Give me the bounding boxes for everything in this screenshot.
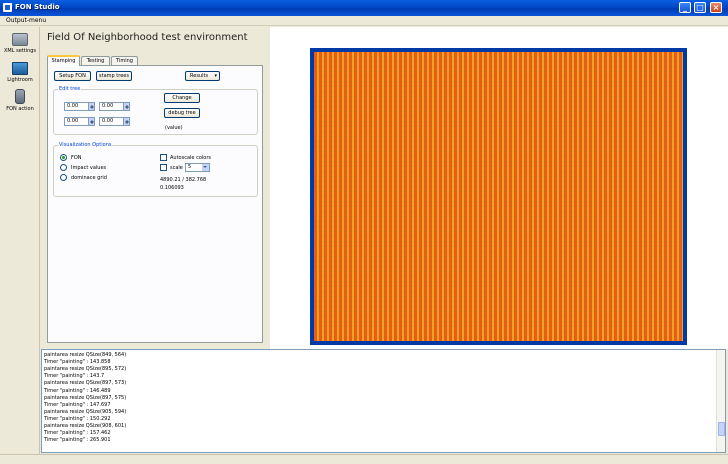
toolbar-xml-settings-label: XML settings <box>3 48 37 54</box>
log-line: paintarea resize QSize(895, 572) <box>44 366 127 373</box>
spin-arrows-icon[interactable] <box>123 103 129 110</box>
log-line: paintarea resize QSize(897, 573) <box>44 380 127 387</box>
debug-tree-button[interactable]: debug tree <box>164 108 200 118</box>
results-menu-button[interactable]: Results ▾ <box>185 71 220 81</box>
radio-fon-label: FON <box>71 155 82 161</box>
tab-testing[interactable]: Testing <box>81 56 110 65</box>
toolbar-fon-action-label: FON action <box>6 106 34 112</box>
log-line: paintarea resize QSize(849, 564) <box>44 352 127 358</box>
edit-tree-spin-4[interactable]: 0.00 <box>99 117 130 126</box>
fon-paint-area[interactable] <box>310 48 687 345</box>
setup-fon-button[interactable]: Setup FON <box>54 71 91 81</box>
close-button[interactable]: × <box>710 2 722 13</box>
stamping-panel: Setup FON stamp trees Results ▾ Edit tre… <box>47 65 263 343</box>
scale-checkbox[interactable] <box>160 164 167 171</box>
toolbar-xml-settings[interactable]: XML settings <box>0 33 40 54</box>
window-titlebar: FON Studio _ □ × <box>0 0 728 16</box>
log-line: Timer "painting" : 265.901 <box>44 437 111 444</box>
log-line: paintarea resize QSize(908, 601) <box>44 423 127 429</box>
minimize-button[interactable]: _ <box>679 2 691 13</box>
chevron-down-icon: ▾ <box>214 73 217 79</box>
edit-tree-group: Edit tree 0.00 0.00 0.00 0.00 Change deb… <box>53 86 258 135</box>
control-pane: Field Of Neighborhood test environment S… <box>41 27 270 349</box>
score-readout: 4890.21 / 382.768 <box>160 177 207 183</box>
main-area: Field Of Neighborhood test environment S… <box>41 27 728 349</box>
vertical-scrollbar[interactable] <box>716 350 725 452</box>
log-line: Timer "painting" : 147.697 <box>44 401 111 408</box>
toolbar-lightroom[interactable]: Lightroom <box>0 62 40 83</box>
fon-field-image <box>314 52 683 341</box>
output-log[interactable]: paintarea resize QSize(849, 564) Timer "p… <box>41 349 726 453</box>
ratio-readout: 0.106093 <box>160 185 184 191</box>
left-toolbar: XML settings Lightroom FON action <box>0 27 40 463</box>
scrollbar-thumb[interactable] <box>718 422 725 436</box>
tab-timing[interactable]: Timing <box>111 56 138 65</box>
scale-label: scale <box>170 165 183 171</box>
radio-dominace-grid-label: dominace grid <box>71 175 107 181</box>
status-bar <box>0 454 728 464</box>
fon-action-icon <box>15 89 25 104</box>
log-line: paintarea resize QSize(897, 575) <box>44 394 127 401</box>
edit-tree-spin-2[interactable]: 0.00 <box>99 102 130 111</box>
autoscale-colors-checkbox[interactable] <box>160 154 167 161</box>
spin-arrows-icon[interactable] <box>123 118 129 125</box>
output-console: paintarea resize QSize(849, 564) Timer "p… <box>41 349 728 454</box>
log-line: Timer "painting" : 146.489 <box>44 387 111 394</box>
spin-arrows-icon[interactable] <box>88 118 94 125</box>
value-label: (value) <box>165 125 183 131</box>
log-line: Timer "painting" : 157.462 <box>44 430 111 437</box>
edit-tree-spin-3[interactable]: 0.00 <box>64 117 95 126</box>
menu-bar: Output-menu <box>0 16 728 26</box>
spin-value: 0.00 <box>102 103 114 109</box>
log-line: Timer "painting" : 143.7 <box>44 373 105 380</box>
scale-select[interactable]: 5 <box>185 163 210 172</box>
change-button[interactable]: Change <box>164 93 200 103</box>
window-title: FON Studio <box>15 3 60 11</box>
scale-select-value: 5 <box>188 164 192 170</box>
autoscale-colors-label: Autoscale colors <box>170 155 211 161</box>
stamp-trees-button[interactable]: stamp trees <box>96 71 132 81</box>
xml-settings-icon <box>12 33 28 46</box>
radio-impact-values-label: Impact values <box>71 165 107 171</box>
spin-value: 0.00 <box>102 118 114 124</box>
log-line: paintarea resize QSize(905, 594) <box>44 408 127 415</box>
maximize-button[interactable]: □ <box>694 2 706 13</box>
visualization-options-group: Visualization Options FON Impact values … <box>53 142 258 197</box>
edit-tree-spin-1[interactable]: 0.00 <box>64 102 95 111</box>
chevron-down-icon <box>202 164 209 171</box>
spin-value: 0.00 <box>67 103 79 109</box>
log-line: Timer "painting" : 150.292 <box>44 415 111 422</box>
log-line: Timer "painting" : 143.858 <box>44 359 111 366</box>
results-label: Results <box>190 73 209 79</box>
spin-arrows-icon[interactable] <box>88 103 94 110</box>
toolbar-lightroom-label: Lightroom <box>7 77 33 83</box>
visualization-options-title: Visualization Options <box>58 142 113 148</box>
radio-dominace-grid[interactable] <box>60 174 67 181</box>
toolbar-fon-action[interactable]: FON action <box>0 89 40 112</box>
lightroom-icon <box>12 62 28 75</box>
radio-impact-values[interactable] <box>60 164 67 171</box>
menu-output[interactable]: Output-menu <box>6 17 46 24</box>
page-title: Field Of Neighborhood test environment <box>47 32 248 43</box>
tab-stamping[interactable]: Stamping <box>47 55 80 66</box>
app-icon <box>3 3 12 12</box>
radio-fon[interactable] <box>60 154 67 161</box>
spin-value: 0.00 <box>67 118 79 124</box>
edit-tree-title: Edit tree <box>58 86 82 92</box>
